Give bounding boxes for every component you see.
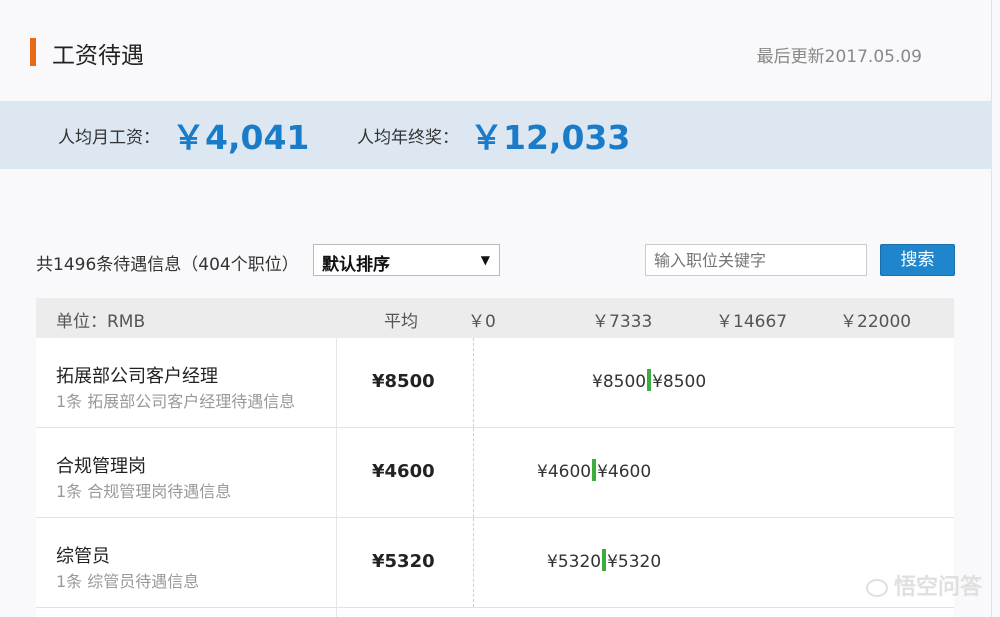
- scale-tick-3: ￥22000: [840, 312, 912, 332]
- year-end-bonus-value: ￥12,033: [470, 118, 631, 157]
- table-header: 单位：RMB 平均 ￥0 ￥7333 ￥14667 ￥22000: [36, 298, 954, 338]
- scale-tick-1: ￥7333: [592, 312, 653, 332]
- salary-range-bar: [602, 549, 607, 571]
- title-accent-bar: [30, 38, 36, 66]
- search-button[interactable]: 搜索: [880, 244, 955, 276]
- monthly-salary-value: ￥4,041: [172, 118, 310, 157]
- job-average-salary: ¥5320: [372, 551, 435, 572]
- table-row[interactable]: 综管员 1条 综管员待遇信息 ¥5320 ¥5320 ¥5320: [36, 518, 954, 608]
- job-title[interactable]: 综管员: [56, 542, 110, 568]
- job-average-salary: ¥4600: [372, 461, 435, 482]
- salary-range: ¥5320 ¥5320: [547, 549, 662, 573]
- column-divider: [336, 338, 337, 427]
- job-keyword-search-input[interactable]: [645, 244, 867, 276]
- salary-min: ¥4600: [537, 462, 592, 482]
- table-row[interactable]: 合规管理岗 1条 合规管理岗待遇信息 ¥4600 ¥4600 ¥4600: [36, 428, 954, 518]
- title-bar: 工资待遇 最后更新2017.05.09: [0, 0, 992, 100]
- scale-tick-0: ￥0: [468, 312, 496, 332]
- watermark-logo: 悟空问答: [865, 569, 982, 601]
- sort-dropdown-value: 默认排序: [322, 255, 390, 275]
- last-updated: 最后更新2017.05.09: [756, 47, 922, 67]
- table-row[interactable]: 拓展部公司客户经理 1条 拓展部公司客户经理待遇信息 ¥8500 ¥8500 ¥8…: [36, 338, 954, 428]
- salary-max: ¥4600: [597, 462, 652, 482]
- job-title[interactable]: 合规管理岗: [56, 452, 146, 478]
- salary-min: ¥8500: [592, 372, 647, 392]
- dropdown-arrow-icon: ▼: [480, 253, 490, 267]
- page-title: 工资待遇: [52, 43, 144, 69]
- salary-summary: 人均月工资： ￥4,041 人均年终奖： ￥12,033: [0, 101, 992, 169]
- salary-range-bar: [647, 369, 652, 391]
- column-divider: [336, 608, 337, 617]
- filter-bar: 共1496条待遇信息（404个职位） 默认排序 ▼ 搜索: [0, 240, 992, 280]
- job-record-count: 1条 综管员待遇信息: [56, 572, 200, 591]
- salary-max: ¥5320: [607, 552, 662, 572]
- salary-page: 工资待遇 最后更新2017.05.09 人均月工资： ￥4,041 人均年终奖：…: [0, 0, 1000, 617]
- unit-header: 单位：RMB: [56, 312, 146, 332]
- job-average-salary: ¥8500: [372, 371, 435, 392]
- salary-max: ¥8500: [652, 372, 707, 392]
- sort-dropdown[interactable]: 默认排序 ▼: [313, 244, 500, 276]
- zero-line: [473, 338, 474, 427]
- year-end-bonus-label: 人均年终奖：: [357, 128, 459, 148]
- job-record-count: 1条 合规管理岗待遇信息: [56, 482, 232, 501]
- salary-range: ¥4600 ¥4600: [537, 459, 652, 483]
- average-header: 平均: [384, 312, 418, 332]
- column-divider: [336, 518, 337, 607]
- salary-range-bar: [592, 459, 597, 481]
- column-divider: [336, 428, 337, 517]
- job-record-count: 1条 拓展部公司客户经理待遇信息: [56, 392, 296, 411]
- record-count: 共1496条待遇信息（404个职位）: [36, 255, 299, 275]
- scale-tick-2: ￥14667: [716, 312, 788, 332]
- zero-line: [473, 518, 474, 607]
- monthly-salary-label: 人均月工资：: [58, 128, 160, 148]
- speech-bubble-icon: [865, 579, 888, 597]
- salary-table: 单位：RMB 平均 ￥0 ￥7333 ￥14667 ￥22000 拓展部公司客户…: [36, 298, 954, 617]
- job-title[interactable]: 拓展部公司客户经理: [56, 362, 218, 388]
- table-row-partial: [36, 608, 954, 617]
- watermark-text: 悟空问答: [893, 575, 982, 600]
- zero-line: [473, 428, 474, 517]
- salary-range: ¥8500 ¥8500: [592, 369, 707, 393]
- salary-min: ¥5320: [547, 552, 602, 572]
